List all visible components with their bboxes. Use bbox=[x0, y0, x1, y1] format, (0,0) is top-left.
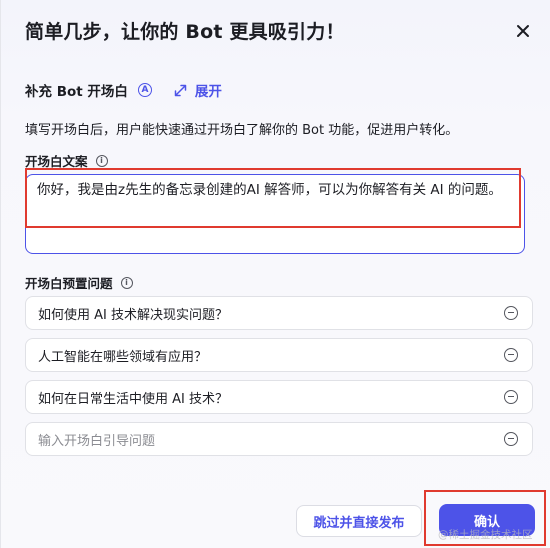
section-title: 补充 Bot 开场白 bbox=[25, 84, 128, 100]
section-header: 补充 Bot 开场白 A 展开 bbox=[25, 80, 222, 100]
expand-arrows-icon bbox=[174, 84, 187, 96]
new-question-placeholder[interactable]: 输入开场白引导问题 bbox=[38, 430, 532, 449]
preset-question-input[interactable]: 人工智能在哪些领域有应用？ bbox=[25, 338, 533, 372]
opening-text-value[interactable]: 你好，我是由z先生的备忘录创建的AI 解答师，可以为你解答有关 AI 的问题。 bbox=[37, 179, 527, 201]
info-icon[interactable]: i bbox=[95, 154, 108, 167]
circle-a-icon[interactable]: A bbox=[137, 83, 152, 97]
close-icon bbox=[517, 25, 529, 37]
section-description: 填写开场白后，用户能快速通过开场白了解你的 Bot 功能，促进用户转化。 bbox=[25, 123, 459, 138]
preset-questions-label-row: 开场白预置问题 i bbox=[25, 273, 133, 292]
setup-dialog: 简单几步，让你的 Bot 更具吸引力！ 补充 Bot 开场白 A 展开 填写开场… bbox=[0, 0, 550, 548]
opening-text-label-row: 开场白文案 i bbox=[25, 151, 108, 170]
new-question-input[interactable]: 输入开场白引导问题 bbox=[25, 422, 533, 456]
minus-circle-icon[interactable] bbox=[504, 390, 518, 404]
opening-text-label: 开场白文案 bbox=[25, 154, 88, 169]
expand-label: 展开 bbox=[194, 84, 222, 100]
minus-circle-icon[interactable] bbox=[504, 432, 518, 446]
preset-question-input[interactable]: 如何在日常生活中使用 AI 技术？ bbox=[25, 380, 533, 414]
preset-questions-label: 开场白预置问题 bbox=[25, 276, 113, 291]
close-button[interactable] bbox=[512, 20, 534, 42]
preset-question-input[interactable]: 如何使用 AI 技术解决现实问题？ bbox=[25, 296, 533, 330]
preset-question-text[interactable]: 人工智能在哪些领域有应用？ bbox=[38, 346, 532, 365]
expand-button[interactable]: 展开 bbox=[174, 80, 222, 100]
dialog-title: 简单几步，让你的 Bot 更具吸引力！ bbox=[25, 21, 345, 43]
minus-circle-icon[interactable] bbox=[504, 306, 518, 320]
info-icon[interactable]: i bbox=[120, 276, 133, 289]
minus-circle-icon[interactable] bbox=[504, 348, 518, 362]
watermark: @稀土掘金技术社区 bbox=[438, 529, 533, 541]
skip-and-publish-button[interactable]: 跳过并直接发布 bbox=[296, 505, 422, 537]
preset-question-text[interactable]: 如何使用 AI 技术解决现实问题？ bbox=[38, 304, 532, 323]
preset-question-text[interactable]: 如何在日常生活中使用 AI 技术？ bbox=[38, 388, 532, 407]
